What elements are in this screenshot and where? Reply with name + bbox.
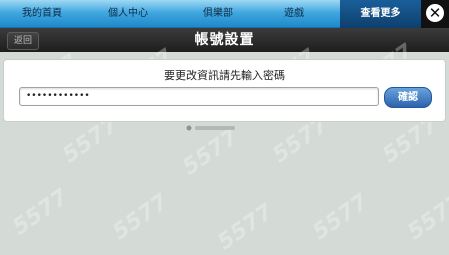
tab-club[interactable]: 俱樂部: [188, 0, 248, 28]
tab-my-home[interactable]: 我的首頁: [12, 0, 72, 28]
page-title: 帳號設置: [194, 32, 255, 48]
loading-indicator: [178, 124, 248, 134]
watermark-logo: 5577: [378, 112, 443, 169]
back-button[interactable]: 返回: [7, 32, 39, 50]
close-button[interactable]: ✕: [421, 0, 449, 28]
tab-see-more[interactable]: 查看更多: [340, 0, 421, 28]
tab-personal-center[interactable]: 個人中心: [98, 0, 158, 28]
watermark-logo: 5577: [308, 189, 373, 246]
watermark-logo: 5577: [403, 189, 449, 246]
close-icon: ✕: [426, 4, 444, 22]
password-panel: 要更改資訊請先輸入密碼 •••••••••••• 確認: [4, 60, 445, 121]
watermark-logo: 5577: [8, 184, 73, 241]
password-prompt: 要更改資訊請先輸入密碼: [164, 69, 285, 82]
loading-icon: [186, 125, 235, 131]
confirm-button[interactable]: 確認: [384, 87, 432, 108]
watermark-logo: 5577: [108, 189, 173, 246]
watermark-logo: 5577: [58, 112, 123, 169]
watermark-logo: 5577: [268, 112, 333, 169]
top-nav-bar: 我的首頁 個人中心 俱樂部 遊戲 查看更多: [0, 0, 449, 28]
tab-games[interactable]: 遊戲: [264, 0, 324, 28]
password-input[interactable]: ••••••••••••: [19, 87, 379, 106]
watermark-logo: 5577: [213, 199, 278, 255]
